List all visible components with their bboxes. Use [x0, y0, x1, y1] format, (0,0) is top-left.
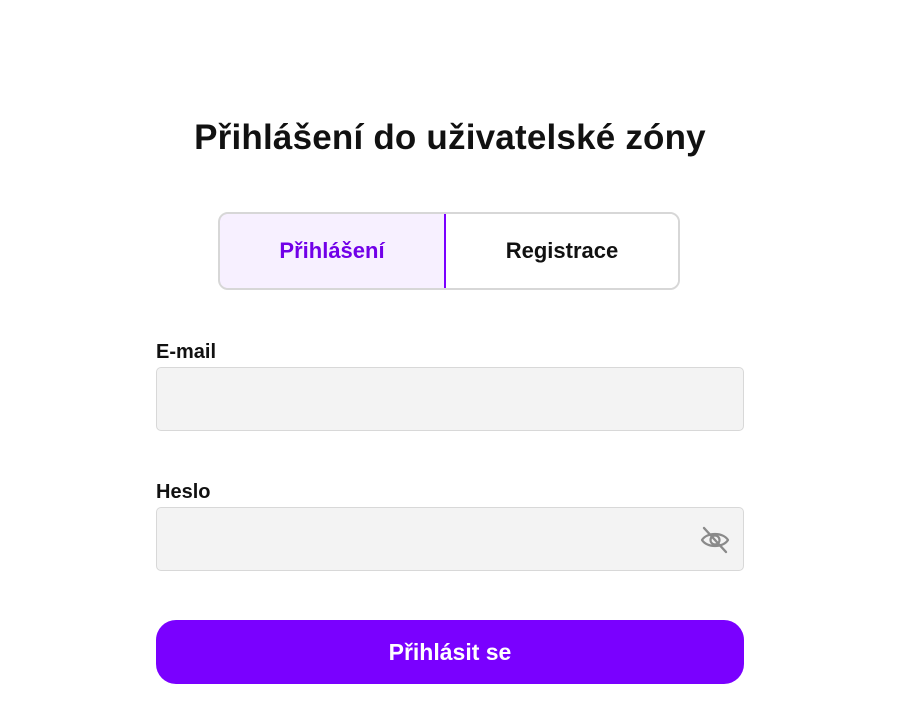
page-title: Přihlášení do uživatelské zóny: [194, 118, 706, 157]
email-label: E-mail: [156, 341, 217, 363]
password-field-container: [156, 507, 744, 571]
login-page: Přihlášení do uživatelské zóny Přihlášen…: [0, 0, 900, 720]
eye-slash-icon[interactable]: [699, 524, 731, 556]
tab-login[interactable]: Přihlášení: [220, 214, 446, 288]
password-field[interactable]: [157, 508, 743, 570]
auth-tabs: Přihlášení Registrace: [218, 212, 680, 290]
email-field-container: [156, 367, 744, 431]
email-field[interactable]: [157, 368, 743, 430]
tab-register[interactable]: Registrace: [446, 214, 678, 288]
password-label: Heslo: [156, 481, 211, 503]
login-submit-button[interactable]: Přihlásit se: [156, 620, 744, 684]
